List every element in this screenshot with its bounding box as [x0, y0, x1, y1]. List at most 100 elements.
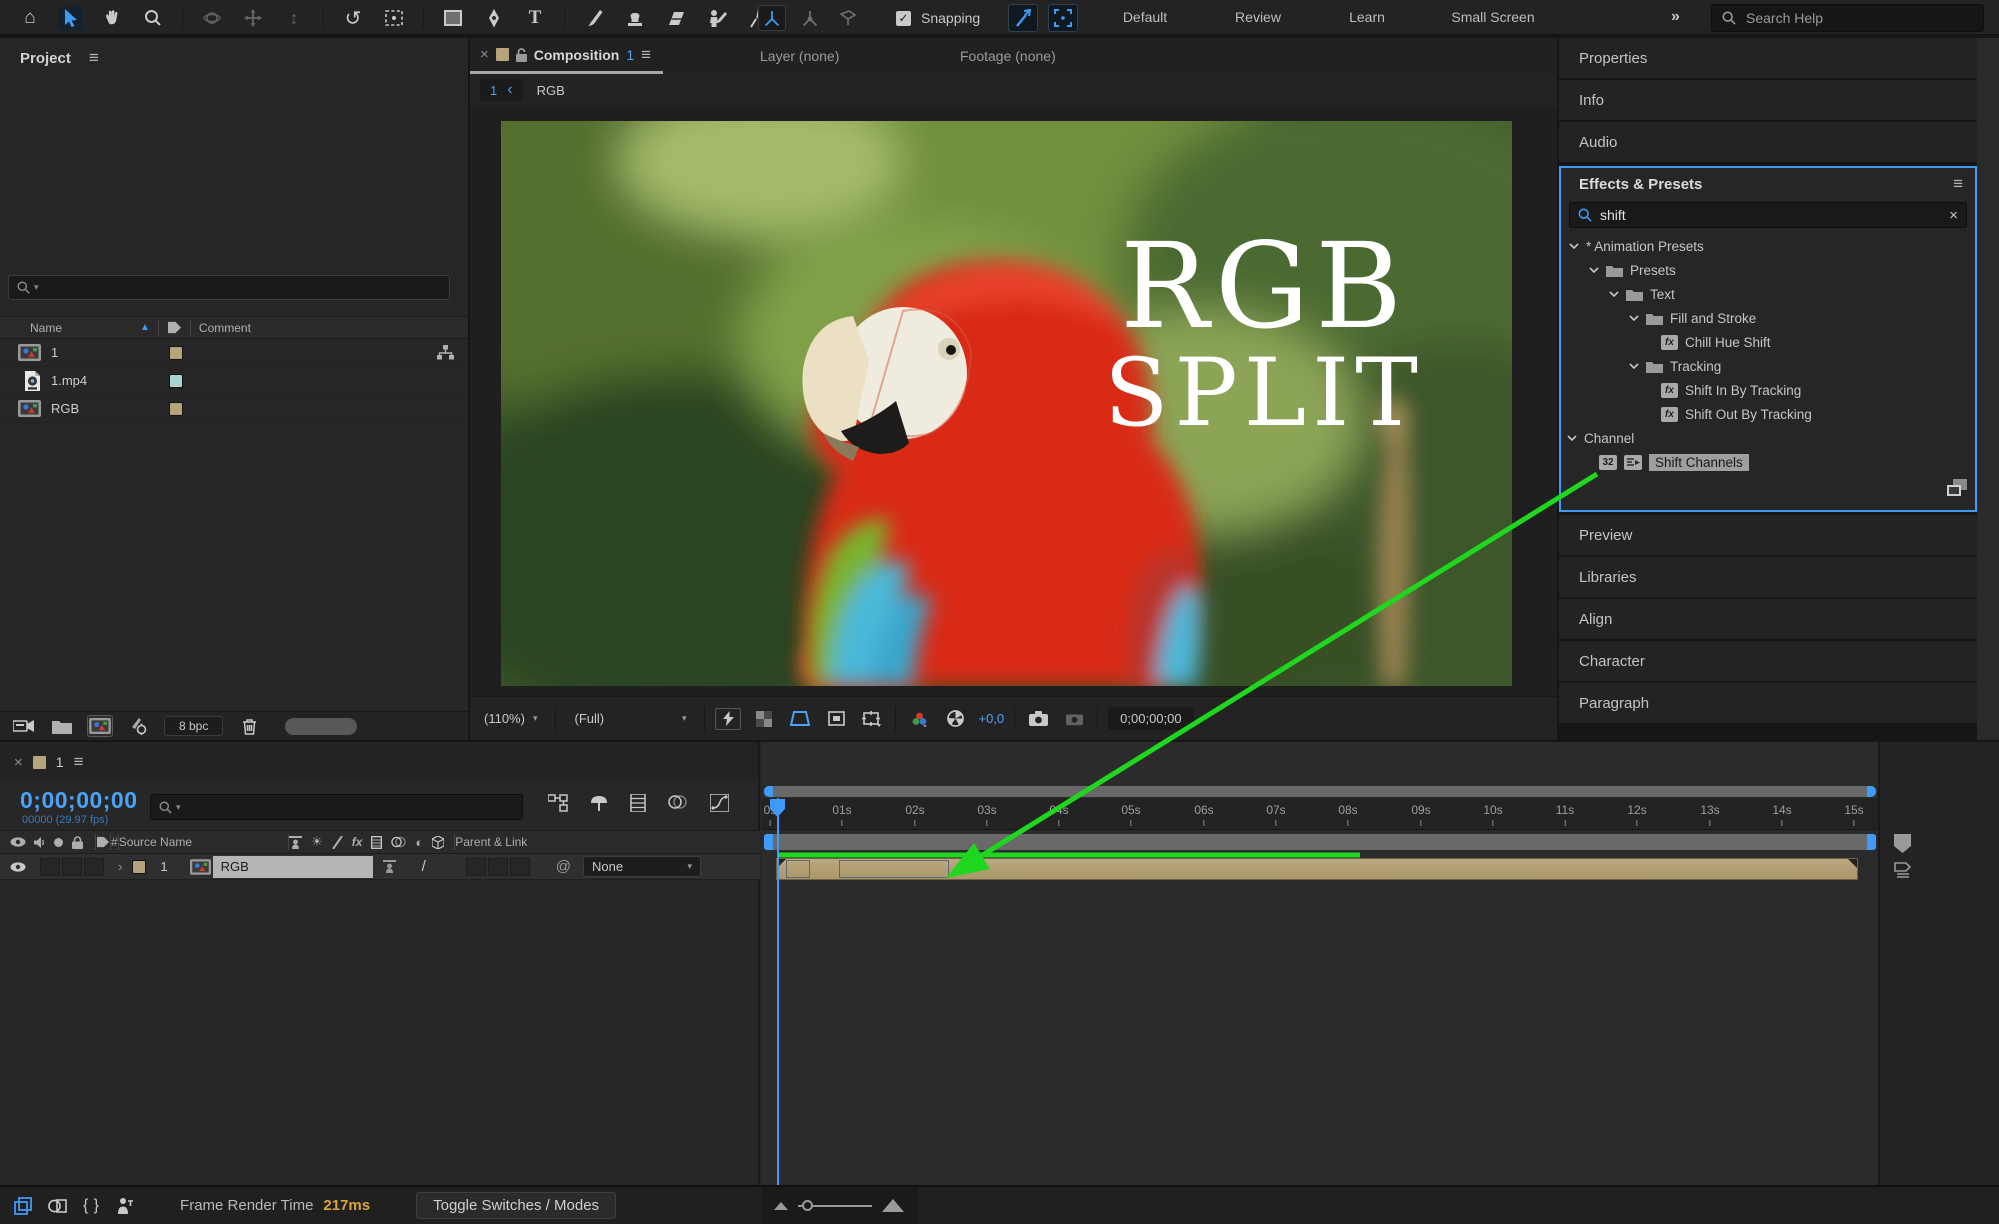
zoom-tool-icon[interactable] [141, 6, 165, 30]
parent-pickwhip-icon[interactable]: @ [556, 858, 571, 875]
chevron-down-icon[interactable] [1567, 435, 1577, 441]
exposure-value[interactable]: +0,0 [978, 711, 1004, 726]
new-folder-icon[interactable] [50, 716, 74, 736]
new-panel-icon[interactable] [1947, 479, 1967, 496]
project-item-row[interactable]: 1 [0, 339, 468, 367]
view-axis-mode-icon[interactable] [834, 5, 862, 31]
quality-icon[interactable] [332, 836, 343, 849]
parent-link-dropdown[interactable]: None ▾ [583, 856, 701, 877]
hand-tool-icon[interactable] [100, 6, 124, 30]
audio-icon[interactable] [34, 837, 45, 848]
label-color-chip[interactable] [169, 346, 183, 360]
chevron-down-icon[interactable] [1569, 243, 1579, 249]
work-area-bar[interactable] [764, 834, 1876, 850]
workspace-overflow-button[interactable]: » [1671, 0, 1680, 34]
rectangle-tool-icon[interactable] [441, 6, 465, 30]
panel-audio[interactable]: Audio [1559, 122, 1977, 164]
switch-cell[interactable] [488, 858, 508, 876]
magnification-dropdown[interactable]: (110%)▾ [476, 708, 545, 729]
solo-icon[interactable] [54, 838, 63, 847]
tree-item-presets-folder[interactable]: Presets [1561, 258, 1975, 282]
navigator-start-handle[interactable] [764, 786, 773, 797]
project-item-row[interactable]: 1.mp4 [0, 367, 468, 395]
3d-layer-icon[interactable] [432, 836, 444, 849]
chevron-down-icon[interactable] [1589, 267, 1599, 273]
project-settings-icon[interactable] [126, 716, 150, 736]
workspace-tab-review[interactable]: Review [1235, 0, 1281, 34]
composition-mini-flowchart-icon[interactable] [548, 794, 568, 812]
time-navigator-bar[interactable] [764, 786, 1876, 797]
show-channel-icon[interactable] [906, 708, 932, 730]
comp-marker-bin-icon[interactable] [1894, 862, 1912, 878]
eraser-tool-icon[interactable] [664, 6, 688, 30]
show-snapshot-icon[interactable] [1061, 708, 1087, 730]
timeline-layer-row[interactable]: › 1 RGB / @ None ▾ [0, 854, 760, 880]
label-color-chip[interactable] [169, 374, 183, 388]
project-panel-title[interactable]: Project [20, 50, 71, 67]
work-area-end-handle[interactable] [1867, 834, 1876, 850]
effects-search-input[interactable] [1600, 207, 1941, 223]
time-ruler[interactable]: 0s 01s 02s 03s 04s 05s 06s 07s 08s 09s 1… [762, 798, 1878, 830]
tab-footage[interactable]: Footage (none) [960, 38, 1056, 74]
panel-character[interactable]: Character [1559, 641, 1977, 683]
timeline-search-input[interactable]: ▾ [150, 794, 523, 820]
snap-along-edges-icon[interactable] [1008, 4, 1038, 32]
lock-icon[interactable] [72, 836, 83, 849]
help-search-input[interactable]: Search Help [1711, 4, 1984, 32]
solo-toggle-cell[interactable] [62, 858, 82, 876]
column-source-name[interactable]: Source Name [119, 835, 192, 849]
layer-visibility-eye-icon[interactable] [10, 862, 26, 872]
home-icon[interactable]: ⌂ [18, 6, 42, 30]
project-search-input[interactable]: ▾ [8, 275, 450, 300]
workspace-tab-learn[interactable]: Learn [1349, 0, 1385, 34]
guides-grid-options-icon[interactable] [859, 708, 885, 730]
layer-shy-toggle-icon[interactable] [383, 860, 396, 873]
roto-brush-tool-icon[interactable] [705, 6, 729, 30]
viewer-panel-menu-icon[interactable]: ≡ [641, 45, 651, 65]
tab-layer[interactable]: Layer (none) [760, 38, 839, 74]
chevron-down-icon[interactable] [1629, 363, 1639, 369]
adjustment-layer-icon[interactable]: ◐ [415, 835, 423, 850]
tree-item-shift-out-by-tracking[interactable]: fx Shift Out By Tracking [1561, 402, 1975, 426]
eye-icon[interactable] [10, 837, 26, 847]
motion-blur-icon[interactable] [668, 794, 688, 810]
rotation-tool-icon[interactable]: ↺ [341, 6, 365, 30]
snapping-checkbox[interactable]: ✓ [896, 11, 911, 26]
draft-3d-icon[interactable] [590, 794, 608, 812]
tree-item-shift-in-by-tracking[interactable]: fx Shift In By Tracking [1561, 378, 1975, 402]
close-icon[interactable]: × [480, 46, 489, 63]
workspace-tab-default[interactable]: Default [1123, 0, 1167, 34]
preview-timecode[interactable]: 0;00;00;00 [1108, 707, 1193, 730]
label-color-chip[interactable] [169, 402, 183, 416]
playhead-line[interactable] [777, 798, 779, 1185]
timeline-panel-menu-icon[interactable]: ≡ [74, 752, 84, 772]
zoom-in-mountain-icon[interactable] [882, 1199, 904, 1212]
delete-trash-icon[interactable] [237, 716, 261, 736]
effects-search-box[interactable]: × [1569, 202, 1967, 228]
close-icon[interactable]: × [14, 754, 23, 771]
tree-item-channel-category[interactable]: Channel [1561, 426, 1975, 450]
in-out-panes-icon[interactable]: { } [83, 1197, 101, 1215]
effects-presets-title[interactable]: Effects & Presets [1579, 176, 1702, 193]
tree-item-shift-channels[interactable]: 32 Shift Channels [1561, 450, 1975, 474]
tree-item-text-folder[interactable]: Text [1561, 282, 1975, 306]
collapse-transformations-icon[interactable]: ☀ [311, 834, 323, 850]
zoom-slider-knob[interactable] [802, 1200, 813, 1211]
label-column-icon[interactable] [96, 836, 110, 848]
frame-blend-column-icon[interactable] [371, 836, 382, 849]
mask-visibility-icon[interactable] [787, 708, 813, 730]
camera-tool-icon[interactable] [382, 6, 406, 30]
new-composition-icon[interactable] [88, 716, 112, 736]
lock-toggle-cell[interactable] [84, 858, 104, 876]
motion-blur-column-icon[interactable] [391, 836, 406, 848]
zoom-out-mountain-icon[interactable] [774, 1202, 788, 1210]
pan-camera-tool-icon[interactable] [241, 6, 265, 30]
snap-beyond-edges-icon[interactable] [1048, 4, 1078, 32]
switch-cell[interactable] [510, 858, 530, 876]
tree-item-fill-and-stroke-folder[interactable]: Fill and Stroke [1561, 306, 1975, 330]
column-number-sign[interactable]: # [111, 835, 118, 849]
panel-preview[interactable]: Preview [1559, 515, 1977, 557]
label-column-icon[interactable] [167, 321, 182, 334]
graph-editor-icon[interactable] [710, 794, 729, 812]
brush-tool-icon[interactable] [582, 6, 606, 30]
